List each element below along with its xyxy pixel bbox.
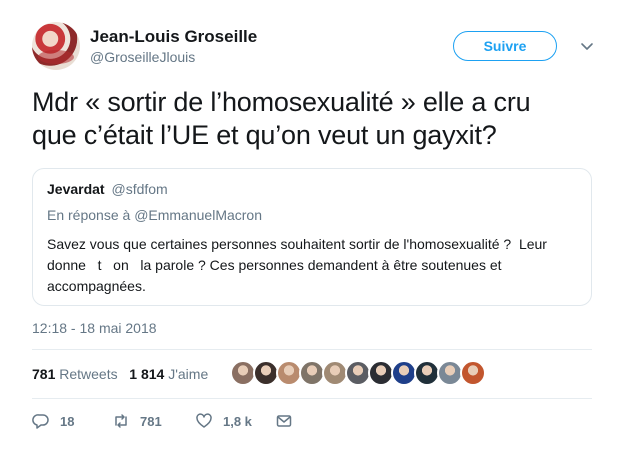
heart-icon — [196, 413, 212, 428]
like-count: 1,8 k — [223, 413, 252, 429]
follow-button[interactable]: Suivre — [453, 31, 557, 61]
quoted-body-line: accompagnées. — [47, 278, 146, 294]
tweet-text-line: Mdr « sortir de l’homosexualité » elle a… — [32, 87, 531, 117]
message-action[interactable] — [275, 410, 293, 432]
envelope-icon — [276, 415, 292, 427]
quoted-tweet-header: Jevardat @sfdfom — [47, 181, 168, 197]
tweet-stats: 781 Retweets 1 814 J'aime — [32, 366, 208, 382]
retweet-icon — [115, 414, 127, 428]
quoted-tweet[interactable]: Jevardat @sfdfom En réponse à @EmmanuelM… — [32, 168, 592, 306]
quoted-reply-context: En réponse à @EmmanuelMacron — [47, 207, 262, 223]
tweet-text: Mdr « sortir de l’homosexualité » elle a… — [32, 86, 602, 152]
tweet-actions: 18 781 1,8 k — [32, 410, 332, 432]
chevron-down-icon[interactable] — [578, 37, 596, 55]
reply-count: 18 — [60, 413, 75, 429]
divider — [32, 398, 592, 399]
likes-label[interactable]: J'aime — [168, 366, 208, 382]
reply-icon — [32, 414, 49, 429]
reply-mention[interactable]: @EmmanuelMacron — [134, 207, 262, 223]
author-handle[interactable]: @GroseilleJlouis — [90, 49, 195, 65]
quoted-author-name: Jevardat — [47, 181, 105, 197]
like-action[interactable]: 1,8 k — [195, 410, 252, 432]
retweets-count[interactable]: 781 — [32, 366, 55, 382]
reply-prefix: En réponse à — [47, 207, 131, 223]
quoted-tweet-body: Savez vous que certaines personnes souha… — [47, 234, 577, 297]
tweet-timestamp[interactable]: 12:18 - 18 mai 2018 — [32, 320, 157, 336]
author-avatar[interactable] — [32, 22, 80, 70]
quoted-body-line: donne t on la parole ? Ces personnes dem… — [47, 257, 502, 273]
likes-count[interactable]: 1 814 — [129, 366, 164, 382]
tweet-header: Jean-Louis Groseille @GroseilleJlouis Su… — [32, 22, 602, 74]
tweet-text-line: que c’était l’UE et qu’on veut un gayxit… — [32, 120, 497, 150]
quoted-author-handle: @sfdfom — [111, 181, 168, 197]
reply-action[interactable]: 18 — [32, 410, 74, 432]
divider — [32, 349, 592, 350]
liker-avatar[interactable] — [460, 360, 486, 386]
retweet-action[interactable]: 781 — [112, 410, 162, 432]
author-name[interactable]: Jean-Louis Groseille — [90, 27, 257, 47]
retweets-label[interactable]: Retweets — [59, 366, 117, 382]
quoted-body-line: Savez vous que certaines personnes souha… — [47, 236, 547, 252]
retweet-count: 781 — [140, 413, 162, 429]
